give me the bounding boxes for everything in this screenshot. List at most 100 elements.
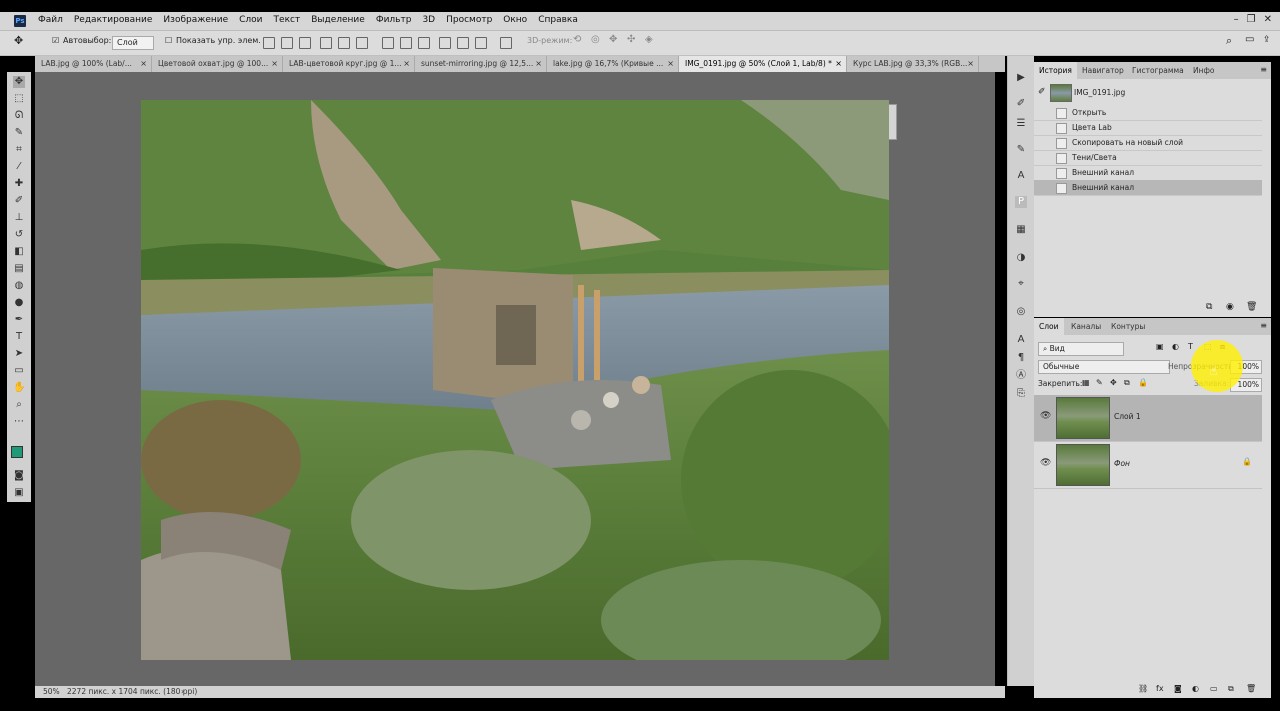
stamp-tool-icon[interactable]: ⊥: [13, 212, 25, 224]
layer-name[interactable]: Фон: [1114, 459, 1130, 468]
tab-layers[interactable]: Слои: [1034, 318, 1064, 335]
tab-navigator[interactable]: Навигатор: [1077, 62, 1129, 79]
menu-view[interactable]: Просмотр: [446, 15, 492, 25]
close-icon[interactable]: ×: [535, 56, 542, 72]
move-tool-icon[interactable]: ✥: [13, 76, 25, 88]
menu-filter[interactable]: Фильтр: [376, 15, 412, 25]
close-icon[interactable]: ×: [403, 56, 410, 72]
distribute-vcenter-icon[interactable]: [400, 37, 412, 49]
filter-pixel-icon[interactable]: ▣: [1156, 342, 1164, 351]
status-menu-arrow-icon[interactable]: ›: [181, 686, 184, 698]
screen-mode-icon[interactable]: ▣: [13, 487, 25, 499]
3d-pan-icon[interactable]: ✥: [609, 34, 617, 45]
close-button[interactable]: ✕: [1264, 14, 1272, 25]
history-item[interactable]: Открыть: [1034, 105, 1262, 121]
layer-filter-select[interactable]: ⌕ Вид: [1038, 342, 1124, 356]
filter-adjustment-icon[interactable]: ◐: [1172, 342, 1179, 351]
eye-icon[interactable]: 👁: [1040, 411, 1051, 421]
color-icon[interactable]: ◑: [1015, 252, 1027, 264]
brush-tool-icon[interactable]: ✐: [13, 195, 25, 207]
styles-icon[interactable]: ◎: [1015, 306, 1027, 318]
zoom-level[interactable]: 50%: [43, 686, 60, 698]
auto-align-icon[interactable]: [500, 37, 512, 49]
close-icon[interactable]: ×: [835, 56, 842, 72]
menu-select[interactable]: Выделение: [311, 15, 365, 25]
eye-icon[interactable]: 👁: [1040, 458, 1051, 468]
layer-style-fx-icon[interactable]: fx: [1156, 684, 1164, 693]
move-tool-icon[interactable]: ✥: [14, 34, 23, 47]
align-left-icon[interactable]: [320, 37, 332, 49]
type-tool-icon[interactable]: T: [13, 331, 25, 343]
tab-history[interactable]: История: [1034, 62, 1077, 79]
zoom-tool-icon[interactable]: ⌕: [13, 399, 25, 411]
menu-type[interactable]: Текст: [274, 15, 301, 25]
lock-all-icon[interactable]: 🔒: [1138, 378, 1148, 387]
quick-mask-icon[interactable]: ◙: [13, 470, 25, 482]
tab-lab[interactable]: LAB.jpg @ 100% (Lab/... ×: [35, 56, 152, 72]
tab-sunset-mirroring[interactable]: sunset-mirroring.jpg @ 12,5... ×: [415, 56, 547, 72]
blend-mode-select[interactable]: Обычные: [1038, 360, 1170, 374]
shape-tool-icon[interactable]: ▭: [13, 365, 25, 377]
close-icon[interactable]: ×: [271, 56, 278, 72]
menu-image[interactable]: Изображение: [163, 15, 228, 25]
3d-slide-icon[interactable]: ✣: [627, 34, 635, 45]
autoselect-select[interactable]: Слой: [112, 36, 154, 50]
clone-source-icon[interactable]: ⎘: [1015, 388, 1027, 400]
search-icon[interactable]: ⌕: [1226, 34, 1232, 48]
history-brush-icon[interactable]: ✐: [1038, 87, 1046, 97]
lock-pixels-icon[interactable]: ✎: [1096, 378, 1103, 387]
tab-course-lab[interactable]: Курс LAB.jpg @ 33,3% (RGB... ×: [847, 56, 979, 72]
brush-presets-icon[interactable]: ✎: [1015, 144, 1027, 156]
align-bottom-icon[interactable]: [299, 37, 311, 49]
hand-tool-icon[interactable]: ✋: [13, 382, 25, 394]
character-icon[interactable]: A: [1015, 170, 1027, 182]
history-item-selected[interactable]: Внешний канал: [1034, 180, 1262, 196]
workspace-icon[interactable]: ▭: [1245, 34, 1254, 45]
lock-position-icon[interactable]: ✥: [1110, 378, 1117, 387]
blur-tool-icon[interactable]: ◍: [13, 280, 25, 292]
distribute-left-icon[interactable]: [439, 37, 451, 49]
3d-scale-icon[interactable]: ◈: [645, 34, 653, 45]
align-right-icon[interactable]: [356, 37, 368, 49]
minimize-button[interactable]: –: [1234, 14, 1239, 25]
tab-img-0191[interactable]: IMG_0191.jpg @ 50% (Слой 1, Lab/8) * ×: [679, 56, 847, 72]
close-icon[interactable]: ×: [140, 56, 147, 72]
play-actions-icon[interactable]: ▶: [1015, 72, 1027, 84]
history-item[interactable]: Внешний канал: [1034, 165, 1262, 181]
align-top-icon[interactable]: [263, 37, 275, 49]
autoselect-checkbox[interactable]: ☑: [52, 36, 59, 45]
brush-settings-icon[interactable]: ✐: [1015, 98, 1027, 110]
align-vcenter-icon[interactable]: [281, 37, 293, 49]
tab-lab-color-wheel[interactable]: LAB-цветовой круг.jpg @ 1... ×: [283, 56, 415, 72]
3d-orbit-icon[interactable]: ⟲: [573, 34, 581, 45]
crop-tool-icon[interactable]: ⌗: [13, 144, 25, 156]
tab-paths[interactable]: Контуры: [1106, 318, 1150, 335]
camera-snapshot-icon[interactable]: ◉: [1226, 302, 1234, 312]
quick-select-tool-icon[interactable]: ✎: [13, 127, 25, 139]
menu-help[interactable]: Справка: [538, 15, 578, 25]
delete-layer-icon[interactable]: 🗑: [1246, 684, 1256, 693]
layer-row[interactable]: 👁 Фон 🔒: [1034, 442, 1262, 489]
align-hcenter-icon[interactable]: [338, 37, 350, 49]
menu-3d[interactable]: 3D: [422, 15, 435, 25]
adjustments-icon[interactable]: ☰: [1015, 118, 1027, 130]
distribute-bottom-icon[interactable]: [418, 37, 430, 49]
glyphs-icon[interactable]: Ⓐ: [1015, 370, 1027, 382]
menu-edit[interactable]: Редактирование: [74, 15, 153, 25]
history-item[interactable]: Скопировать на новый слой: [1034, 135, 1262, 151]
p-plugin-icon[interactable]: P: [1015, 196, 1027, 208]
dodge-tool-icon[interactable]: ●: [13, 297, 25, 309]
trash-icon[interactable]: 🗑: [1246, 302, 1257, 312]
snapshot-thumbnail[interactable]: [1050, 84, 1072, 102]
eraser-tool-icon[interactable]: ◧: [13, 246, 25, 258]
path-select-icon[interactable]: ➤: [13, 348, 25, 360]
foreground-color-swatch[interactable]: [11, 446, 23, 458]
lock-transparent-icon[interactable]: ▦: [1082, 378, 1090, 387]
paragraph-icon[interactable]: ¶: [1015, 352, 1027, 364]
close-icon[interactable]: ×: [667, 56, 674, 72]
marquee-tool-icon[interactable]: ⬚: [13, 93, 25, 105]
type-panel-icon[interactable]: A: [1015, 334, 1027, 346]
3d-roll-icon[interactable]: ◎: [591, 34, 600, 45]
new-layer-icon[interactable]: ⧉: [1228, 684, 1234, 694]
tab-channels[interactable]: Каналы: [1066, 318, 1106, 335]
